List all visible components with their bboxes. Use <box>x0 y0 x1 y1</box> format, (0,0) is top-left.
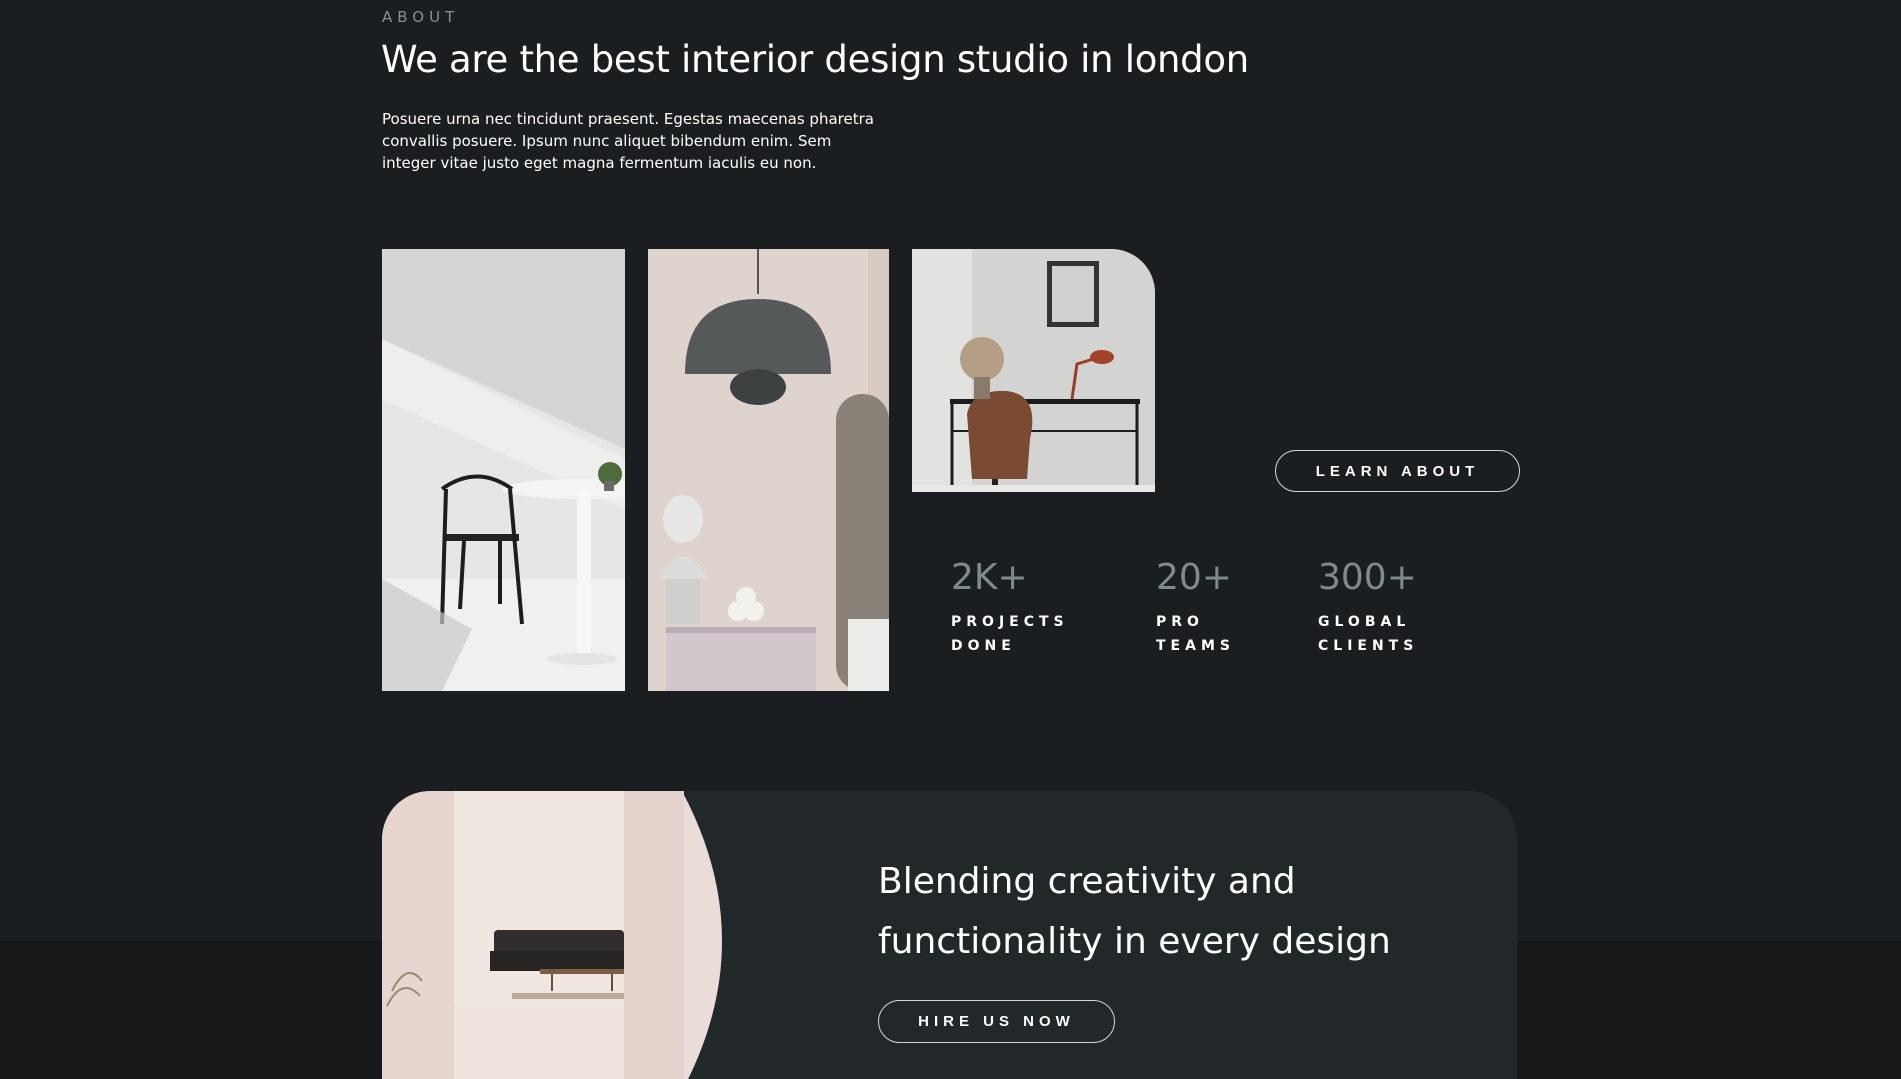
about-intro: Posuere urna nec tincidunt praesent. Ege… <box>382 110 874 172</box>
about-headline: We are the best interior design studio i… <box>381 38 1249 81</box>
stat-label: PRO TEAMS <box>1156 614 1235 654</box>
stat-label: PROJECTS DONE <box>951 614 1069 654</box>
desk-photo <box>912 249 1155 492</box>
stat-clients: 300+ GLOBAL CLIENTS <box>1318 556 1418 658</box>
lamp-bust-photo <box>648 249 889 691</box>
stat-teams: 20+ PRO TEAMS <box>1156 556 1235 658</box>
stat-number: 20+ <box>1156 557 1232 598</box>
cta-title: Blending creativity and functionality in… <box>878 861 1391 962</box>
learn-about-button[interactable]: LEARN ABOUT <box>1275 450 1520 492</box>
chair-photo <box>382 249 625 691</box>
stat-number: 300+ <box>1318 557 1417 598</box>
stat-number: 2K+ <box>951 557 1028 598</box>
stat-label: GLOBAL CLIENTS <box>1318 614 1419 654</box>
stat-projects: 2K+ PROJECTS DONE <box>951 556 1069 658</box>
hire-us-button[interactable]: HIRE US NOW <box>878 1000 1115 1043</box>
section-eyebrow: ABOUT <box>382 8 460 26</box>
living-room-photo <box>382 791 748 1079</box>
